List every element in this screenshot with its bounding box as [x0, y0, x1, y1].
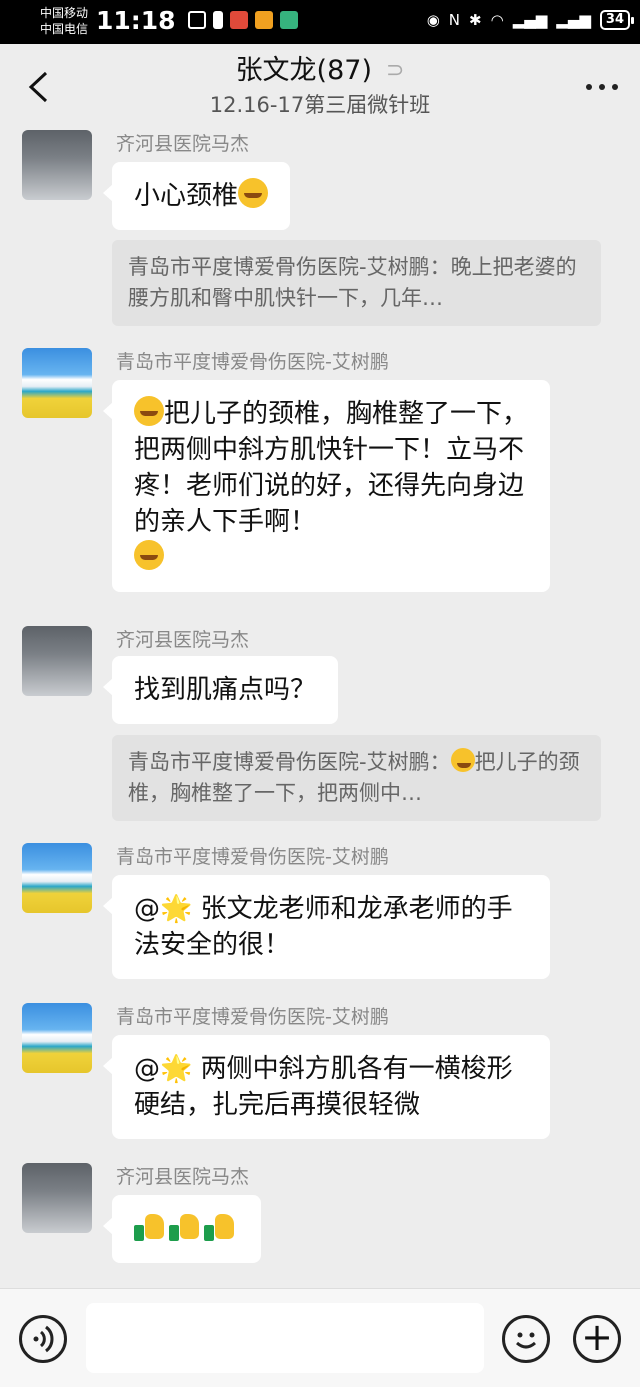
carrier-1: 中国移动: [40, 6, 89, 20]
crying-laugh-emoji-icon: [134, 540, 164, 570]
chat-title-row[interactable]: 张文龙(87) ⊃: [0, 52, 640, 90]
message-bubble[interactable]: 把儿子的颈椎，胸椎整了一下，把两侧中斜方肌快针一下！立马不疼！老师们说的好，还得…: [103, 380, 550, 592]
notification-icons: [188, 11, 298, 29]
thumbs-up-icon: [169, 1211, 201, 1243]
hourglass-icon: [213, 11, 223, 29]
avatar[interactable]: [22, 1003, 92, 1073]
input-bar: +: [0, 1288, 640, 1387]
crying-laugh-emoji-icon: [450, 748, 475, 772]
bluetooth-icon: ✱: [469, 11, 482, 29]
message-bubble[interactable]: 找到肌痛点吗？: [102, 656, 339, 724]
avatar[interactable]: [22, 130, 92, 200]
carrier-names: 中国移动 中国电信: [40, 5, 88, 37]
avatar[interactable]: [22, 626, 92, 696]
chat-subtitle: 12.16-17第三届微针班: [209, 93, 431, 117]
emoji-button[interactable]: [502, 1315, 550, 1363]
link-icon: [188, 11, 206, 29]
avatar[interactable]: [22, 1163, 92, 1233]
message-list[interactable]: 齐河县医院马杰 小心颈椎 青岛市平度博爱骨伤医院-艾树鹏：晚上把老婆的腰方肌和臀…: [0, 130, 640, 1288]
ear-icon: ⊃: [386, 58, 405, 83]
quote-prefix: 青岛市平度博爱骨伤医院-艾树鹏：: [128, 750, 451, 774]
avatar[interactable]: [22, 348, 92, 418]
crying-laugh-emoji-icon: [134, 396, 164, 426]
star-icon: 🌟: [160, 894, 193, 924]
app-icon: [280, 11, 298, 29]
star-icon: 🌟: [160, 1054, 193, 1084]
app-icon: [255, 11, 273, 29]
carrier-2: 中国电信: [40, 22, 89, 36]
avatar[interactable]: [22, 843, 92, 913]
message-text: 找到肌痛点吗？: [134, 675, 317, 705]
message-bubble[interactable]: @🌟 张文龙老师和龙承老师的手法安全的很！: [103, 875, 550, 979]
sender-name: 齐河县医院马杰: [116, 629, 250, 651]
eye-icon: ◉: [426, 11, 440, 29]
clock: 11:18: [96, 6, 176, 35]
message-bubble[interactable]: [103, 1195, 261, 1263]
sender-name: 青岛市平度博爱骨伤医院-艾树鹏: [116, 351, 389, 373]
battery-icon: 34: [599, 10, 635, 30]
quoted-message[interactable]: 青岛市平度博爱骨伤医院-艾树鹏： 把儿子的颈椎，胸椎整了一下，把两侧中…: [112, 735, 601, 821]
voice-icon: [33, 1325, 54, 1353]
voice-input-button[interactable]: [19, 1315, 67, 1363]
system-icons: ◉ N ✱ ◠ ▂▄▆ ▂▄▆ 34: [426, 10, 635, 30]
chat-title: 张文龙(87): [235, 55, 372, 86]
mention-at: @: [134, 894, 160, 924]
mention-at: @: [134, 1054, 160, 1084]
message-bubble[interactable]: @🌟 两侧中斜方肌各有一横梭形硬结，扎完后再摸很轻微: [103, 1035, 550, 1139]
nfc-icon: N: [448, 11, 461, 29]
thumbs-up-icon: [134, 1211, 166, 1243]
sender-name: 青岛市平度博爱骨伤医院-艾树鹏: [116, 846, 389, 868]
more-actions-button[interactable]: +: [573, 1315, 621, 1363]
signal-icon: ▂▄▆: [556, 11, 591, 29]
app-icon: [230, 11, 248, 29]
message-bubble[interactable]: 小心颈椎: [102, 162, 291, 230]
smiley-icon: [516, 1332, 536, 1349]
sender-name: 青岛市平度博爱骨伤医院-艾树鹏: [116, 1006, 389, 1028]
grin-emoji-icon: [238, 178, 269, 208]
signal-icon: ▂▄▆: [512, 11, 548, 29]
quoted-message[interactable]: 青岛市平度博爱骨伤医院-艾树鹏：晚上把老婆的腰方肌和臀中肌快针一下，几年…: [112, 240, 601, 326]
message-text: 小心颈椎: [134, 181, 239, 211]
sender-name: 齐河县医院马杰: [116, 1166, 250, 1188]
thumbs-up-icon: [204, 1211, 236, 1243]
status-bar: 中国移动 中国电信 11:18 ◉ N ✱ ◠ ▂▄▆ ▂▄▆ 34: [0, 0, 640, 44]
chat-header: 张文龙(87) ⊃ 12.16-17第三届微针班: [0, 44, 640, 130]
message-input[interactable]: [86, 1303, 484, 1373]
message-text: 把儿子的颈椎，胸椎整了一下，把两侧中斜方肌快针一下！立马不疼！老师们说的好，还得…: [134, 399, 529, 537]
sender-name: 齐河县医院马杰: [116, 133, 250, 155]
wifi-icon: ◠: [490, 11, 504, 29]
more-options-icon[interactable]: [586, 84, 618, 90]
